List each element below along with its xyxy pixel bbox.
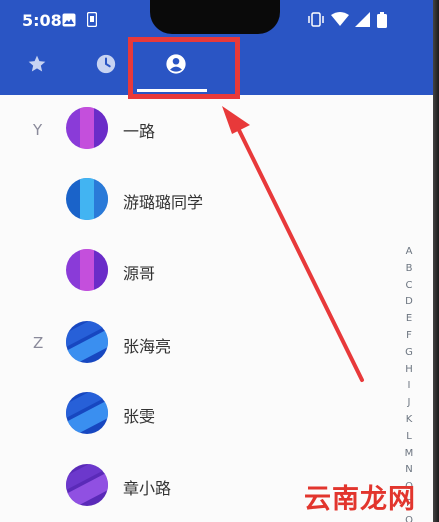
phone-screen: 5:08 Y 一路 游璐璐同学 源哥 Z 张海亮 张雯 章小路 A B C D … (0, 0, 434, 522)
phone-bezel (433, 0, 439, 522)
annotation-arrow (222, 106, 364, 382)
watermark: 云南龙网 (304, 484, 416, 515)
